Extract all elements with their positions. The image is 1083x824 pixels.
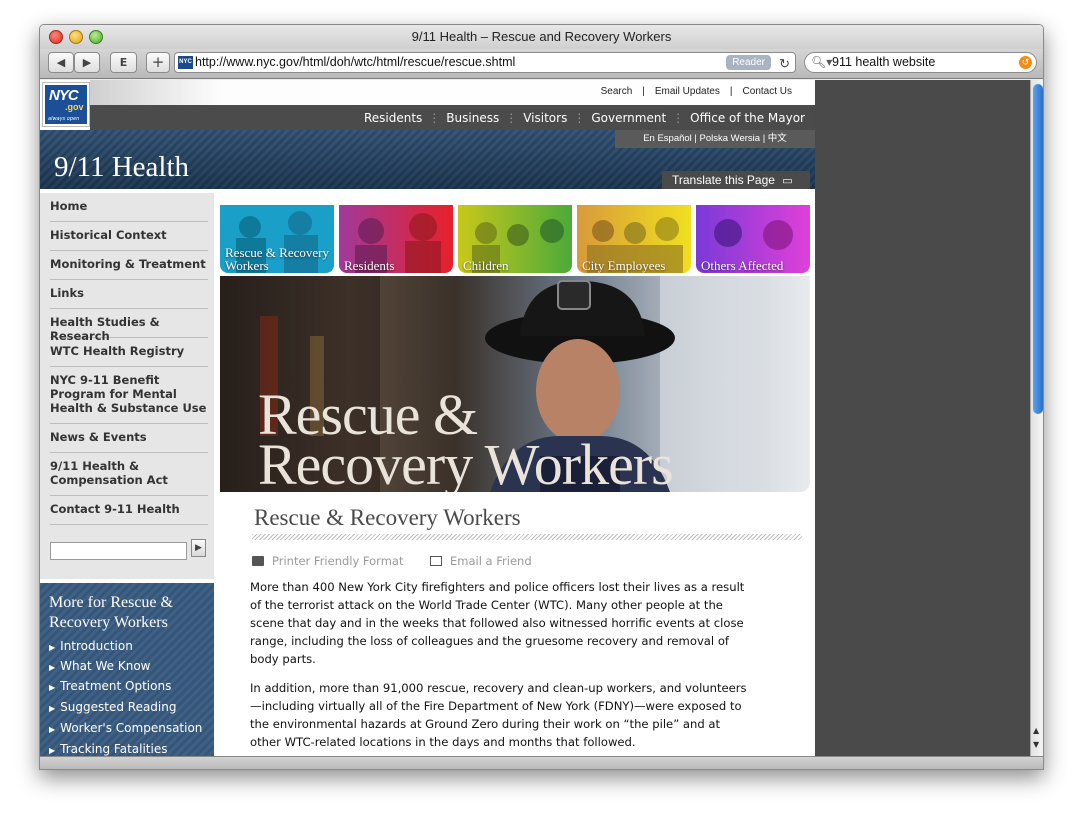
more-link-workers-compensation[interactable]: ▶ Worker's Compensation: [49, 721, 202, 735]
search-value: 911 health website: [832, 55, 936, 69]
vertical-scrollbar[interactable]: ▲ ▼: [1030, 80, 1043, 756]
title-bar: 9/11 Health – Rescue and Recovery Worker…: [40, 25, 1043, 49]
nav-office-of-the-mayor[interactable]: Office of the Mayor: [690, 111, 805, 125]
more-box-title: More for Rescue & Recovery Workers: [49, 594, 173, 631]
paragraph-2: In addition, more than 91,000 rescue, re…: [250, 681, 747, 749]
scroll-thumb[interactable]: [1033, 84, 1043, 414]
site-title: 9/11 Health: [54, 151, 190, 183]
more-for-rescue-box: More for Rescue & Recovery Workers ▶ Intr…: [40, 583, 214, 756]
nyc-favicon-icon: NYC: [178, 56, 193, 69]
nav-business[interactable]: Business: [446, 111, 499, 125]
utility-links: Search | Email Updates | Contact Us: [600, 86, 792, 97]
reader-button[interactable]: Reader: [726, 55, 771, 70]
tile-label: Residents: [344, 258, 395, 273]
heading-divider: [252, 534, 802, 540]
main-nav: Residents ⋮ Business ⋮ Visitors ⋮ Governmen…: [90, 105, 815, 130]
tile-others-affected[interactable]: Others Affected: [696, 205, 810, 273]
back-arrow-icon: ◀: [56, 56, 66, 69]
speech-bubble-icon: ▭: [782, 175, 793, 187]
left-nav: Home Historical Context Monitoring & Tre…: [40, 193, 214, 579]
left-nav-item-compensation-act[interactable]: 9/11 Health & Compensation Act: [50, 459, 208, 496]
left-nav-item-links[interactable]: Links: [50, 286, 208, 309]
more-link-tracking-fatalities[interactable]: ▶ Tracking Fatalities: [49, 742, 167, 756]
window-title: 9/11 Health – Rescue and Recovery Worker…: [411, 29, 672, 44]
browser-toolbar: ◀ ▶ E + NYC http://www.nyc.gov/html/doh/…: [40, 49, 1043, 79]
left-nav-item-monitoring-treatment[interactable]: Monitoring & Treatment: [50, 257, 208, 280]
translate-button[interactable]: Translate this Page ▭: [662, 171, 810, 189]
search-icon: 🔍︎▾: [811, 55, 833, 69]
printer-friendly-link[interactable]: Printer Friendly Format: [252, 554, 403, 568]
web-viewport: 9/11 Health Search | Email Updates | Contact…: [40, 80, 1030, 756]
utility-bar: Search | Email Updates | Contact Us: [90, 80, 815, 105]
paragraph-1: More than 400 New York City firefighters…: [250, 580, 745, 666]
more-link-introduction[interactable]: ▶ Introduction: [49, 639, 133, 653]
page-heading: Rescue & Recovery Workers: [254, 505, 521, 530]
plus-icon: +: [151, 53, 165, 71]
add-bookmark-button[interactable]: +: [146, 52, 170, 73]
more-link-treatment-options[interactable]: ▶ Treatment Options: [49, 679, 171, 693]
search-field[interactable]: 🔍︎▾ 911 health website ↺: [804, 52, 1037, 73]
forward-button[interactable]: ▶: [74, 52, 100, 73]
left-nav-item-wtc-registry[interactable]: WTC Health Registry: [50, 344, 208, 367]
site-search-button[interactable]: ▶: [191, 539, 206, 557]
tile-children[interactable]: Children: [458, 205, 572, 273]
contact-us-link[interactable]: Contact Us: [743, 86, 792, 97]
scroll-down-icon[interactable]: ▼: [1033, 740, 1039, 749]
language-links[interactable]: En Español | Polska Wersia | 中文: [615, 130, 815, 148]
triangle-bullet-icon: ▶: [49, 725, 56, 734]
close-window-button[interactable]: [49, 30, 63, 44]
more-link-what-we-know[interactable]: ▶ What We Know: [49, 659, 151, 673]
triangle-bullet-icon: ▶: [49, 643, 56, 652]
hero-image: Rescue & Recovery Workers: [220, 276, 810, 492]
status-bar: [40, 756, 1043, 769]
left-nav-item-news-events[interactable]: News & Events: [50, 430, 208, 453]
snapback-icon[interactable]: ↺: [1019, 56, 1032, 69]
minimize-window-button[interactable]: [69, 30, 83, 44]
nav-government[interactable]: Government: [591, 111, 666, 125]
left-nav-item-contact[interactable]: Contact 9-11 Health: [50, 502, 208, 525]
zoom-window-button[interactable]: [89, 30, 103, 44]
play-arrow-icon: ▶: [195, 543, 202, 553]
tile-label: Children: [463, 258, 509, 273]
left-nav-item-historical-context[interactable]: Historical Context: [50, 228, 208, 251]
envelope-icon: [430, 556, 442, 566]
hero-line-2: Recovery Workers: [258, 432, 674, 493]
tile-label: Others Affected: [701, 258, 784, 273]
reload-icon[interactable]: ↻: [779, 54, 790, 73]
tile-label: City Employees: [582, 258, 666, 273]
triangle-bullet-icon: ▶: [49, 704, 56, 713]
tile-residents[interactable]: Residents: [339, 205, 453, 273]
left-nav-item-benefit-program[interactable]: NYC 9-11 Benefit Program for Mental Heal…: [50, 373, 208, 424]
email-friend-link[interactable]: Email a Friend: [430, 554, 532, 568]
triangle-bullet-icon: ▶: [49, 663, 56, 672]
tile-city-employees[interactable]: City Employees: [577, 205, 691, 273]
evernote-button[interactable]: E: [110, 52, 137, 73]
more-link-suggested-reading[interactable]: ▶ Suggested Reading: [49, 700, 176, 714]
search-link[interactable]: Search: [601, 86, 633, 97]
nyc-logo[interactable]: NYC .gov always open: [42, 82, 90, 127]
tile-rescue-recovery-workers[interactable]: Rescue & Recovery Workers: [220, 205, 334, 273]
scroll-up-icon[interactable]: ▲: [1033, 726, 1039, 735]
tile-label: Rescue & Recovery Workers: [225, 245, 329, 273]
triangle-bullet-icon: ▶: [49, 683, 56, 692]
address-bar[interactable]: NYC http://www.nyc.gov/html/doh/wtc/html…: [174, 52, 796, 73]
web-page: 9/11 Health Search | Email Updates | Contact…: [40, 80, 815, 756]
back-button[interactable]: ◀: [48, 52, 74, 73]
url-text: http://www.nyc.gov/html/doh/wtc/html/res…: [195, 55, 516, 69]
elephant-icon: E: [119, 56, 128, 69]
printer-icon: [252, 556, 264, 566]
logo-tagline: always open: [48, 116, 80, 122]
browser-window: 9/11 Health – Rescue and Recovery Worker…: [39, 24, 1044, 770]
nav-visitors[interactable]: Visitors: [523, 111, 567, 125]
left-nav-item-health-studies[interactable]: Health Studies & Research: [50, 315, 208, 343]
nav-residents[interactable]: Residents: [364, 111, 422, 125]
logo-suffix: .gov: [65, 102, 84, 112]
site-search-input[interactable]: [50, 542, 187, 560]
forward-arrow-icon: ▶: [82, 56, 92, 69]
translate-label: Translate this Page: [672, 173, 775, 187]
email-updates-link[interactable]: Email Updates: [655, 86, 720, 97]
left-nav-item-home[interactable]: Home: [50, 199, 208, 222]
triangle-bullet-icon: ▶: [49, 746, 56, 755]
